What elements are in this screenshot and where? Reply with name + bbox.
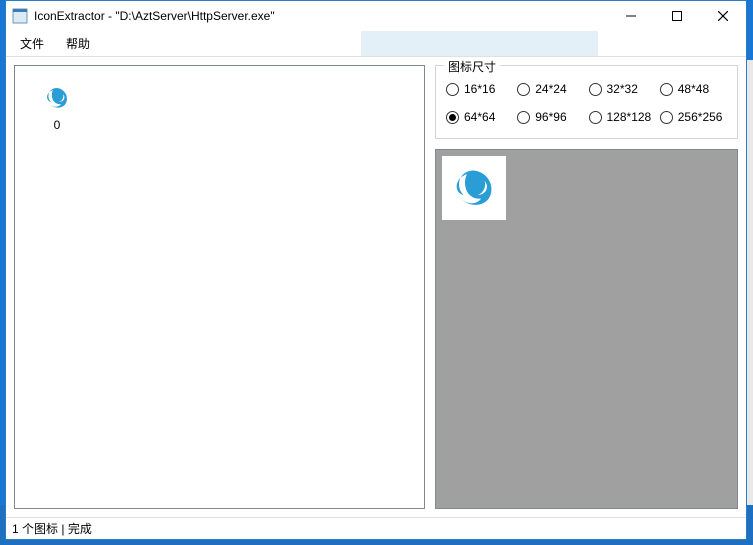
window-title: IconExtractor - "D:\AztServer\HttpServer… — [34, 9, 275, 23]
radio-96x96[interactable]: 96*96 — [517, 110, 584, 124]
radio-label: 128*128 — [607, 110, 652, 124]
client-area: 0 图标尺寸 16*16 24*24 32*32 48*48 64*64 96*… — [6, 57, 746, 517]
radio-24x24[interactable]: 24*24 — [517, 82, 584, 96]
status-count: 1 个图标 — [12, 520, 58, 537]
radio-128x128[interactable]: 128*128 — [589, 110, 656, 124]
status-bar: 1 个图标 | 完成 — [6, 517, 746, 539]
status-state: 完成 — [68, 520, 92, 537]
title-bar[interactable]: IconExtractor - "D:\AztServer\HttpServer… — [6, 1, 746, 31]
app-window: IconExtractor - "D:\AztServer\HttpServer… — [5, 0, 747, 540]
radio-256x256[interactable]: 256*256 — [660, 110, 727, 124]
extracted-icon — [41, 82, 73, 114]
icon-size-group-label: 图标尺寸 — [444, 58, 500, 75]
radio-16x16[interactable]: 16*16 — [446, 82, 513, 96]
icon-index-label: 0 — [54, 118, 61, 132]
maximize-button[interactable] — [654, 1, 700, 31]
close-button[interactable] — [700, 1, 746, 31]
icon-list-panel[interactable]: 0 — [14, 65, 425, 509]
preview-icon — [442, 156, 506, 220]
right-column: 图标尺寸 16*16 24*24 32*32 48*48 64*64 96*96… — [435, 65, 738, 509]
app-icon — [12, 8, 28, 24]
radio-64x64[interactable]: 64*64 — [446, 110, 513, 124]
radio-label: 16*16 — [464, 82, 495, 96]
menu-file[interactable]: 文件 — [10, 32, 54, 55]
radio-label: 256*256 — [678, 110, 723, 124]
minimize-button[interactable] — [608, 1, 654, 31]
radio-label: 48*48 — [678, 82, 709, 96]
icon-preview-panel — [435, 149, 738, 509]
radio-label: 96*96 — [535, 110, 566, 124]
menu-bar: 文件 帮助 — [6, 31, 746, 57]
icon-list-item[interactable]: 0 — [33, 78, 81, 136]
radio-label: 32*32 — [607, 82, 638, 96]
radio-32x32[interactable]: 32*32 — [589, 82, 656, 96]
radio-label: 24*24 — [535, 82, 566, 96]
radio-label: 64*64 — [464, 110, 495, 124]
menu-help[interactable]: 帮助 — [56, 32, 100, 55]
radio-48x48[interactable]: 48*48 — [660, 82, 727, 96]
icon-size-group: 图标尺寸 16*16 24*24 32*32 48*48 64*64 96*96… — [435, 65, 738, 139]
icon-size-radios: 16*16 24*24 32*32 48*48 64*64 96*96 128*… — [444, 76, 729, 128]
